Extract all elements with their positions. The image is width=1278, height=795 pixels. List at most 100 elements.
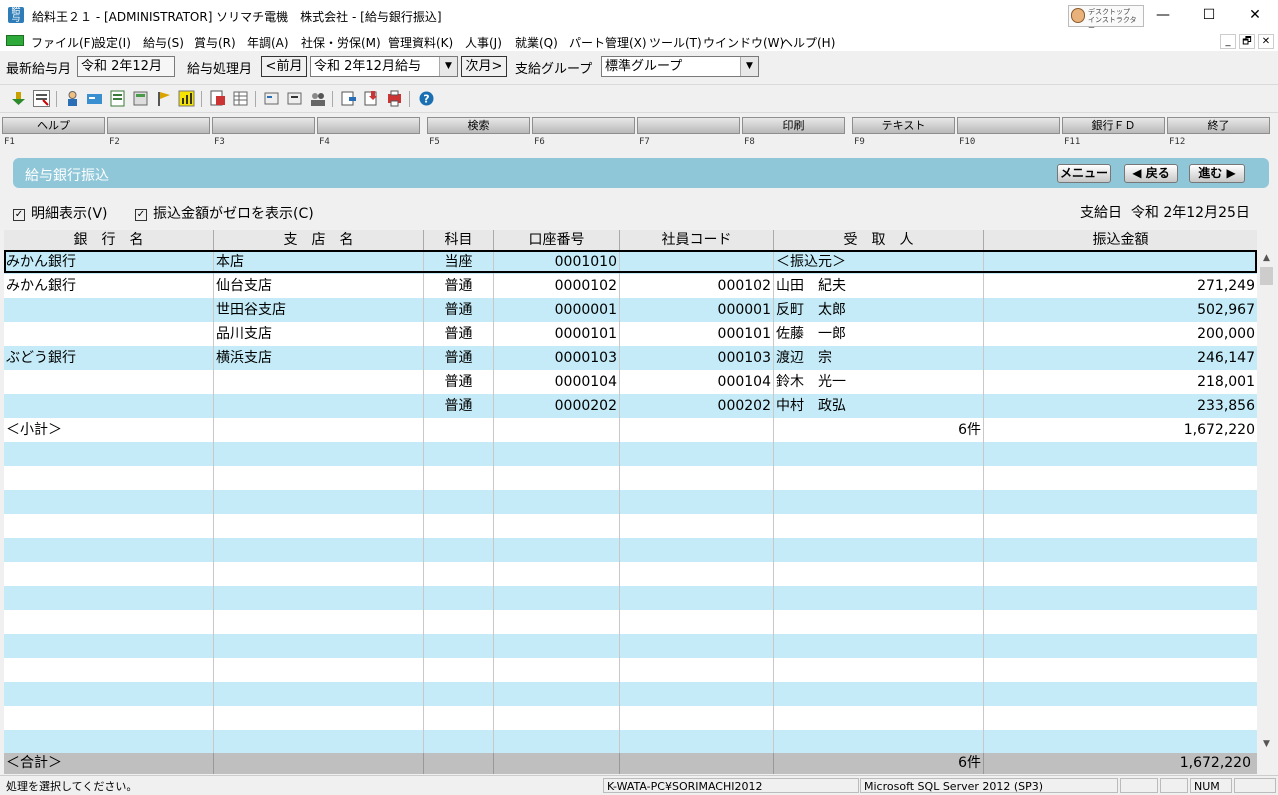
table-row[interactable]: ぶどう銀行 横浜支店 普通 0000103 000103 渡辺 宗 246,147 [4,346,1257,370]
column-header-branch[interactable]: 支 店 名 [214,230,424,250]
fkey-f10[interactable] [957,117,1060,134]
fkey-f1-help[interactable]: ヘルプ [2,117,105,134]
ledger-icon[interactable] [109,90,126,107]
group-select[interactable]: 標準グループ ▼ [601,56,759,77]
counter-icon[interactable] [286,90,303,107]
column-header-code[interactable]: 社員コード [620,230,774,250]
menu-attendance[interactable]: 就業(Q) [515,34,558,51]
select-rows-icon[interactable] [33,90,50,107]
menu-reports[interactable]: 管理資料(K) [388,34,453,51]
table-row[interactable]: ＜小計＞ 6件 1,672,220 [4,418,1257,442]
group-people-icon[interactable] [309,90,326,107]
menu-settings[interactable]: 設定(I) [94,34,131,51]
column-header-account[interactable]: 口座番号 [494,230,620,250]
minimize-button[interactable]: — [1140,0,1186,31]
prev-month-button[interactable]: <前月 [261,56,307,77]
maximize-button[interactable]: ☐ [1186,0,1232,31]
cell-bank [4,682,214,706]
flag-icon[interactable] [155,90,172,107]
menu-tools[interactable]: ツール(T) [649,34,702,51]
table-row[interactable]: 普通 0000202 000202 中村 政弘 233,856 [4,394,1257,418]
chevron-down-icon[interactable]: ▼ [740,57,758,76]
calculator-icon[interactable] [132,90,149,107]
arrow-down-icon[interactable] [10,90,27,107]
table-row[interactable]: 世田谷支店 普通 0000001 000001 反町 太郎 502,967 [4,298,1257,322]
yellow-chart-icon[interactable] [178,90,195,107]
column-header-recipient[interactable]: 受 取 人 [774,230,984,250]
show-zero-checkbox[interactable]: ✓ 振込金額がゼロを表示(C) [135,203,314,223]
export-document-icon[interactable] [340,90,357,107]
cell-account: 0000001 [494,298,620,322]
table-grid-icon[interactable] [232,90,249,107]
fkey-f2[interactable] [107,117,210,134]
import-red-icon[interactable] [363,90,380,107]
chevron-down-icon[interactable]: ▼ [439,57,457,76]
table-row[interactable]: みかん銀行 仙台支店 普通 0000102 000102 山田 紀夫 271,249 [4,274,1257,298]
document-red-icon[interactable] [209,90,226,107]
empty-row[interactable] [4,514,1257,538]
mdi-restore-button[interactable]: 🗗 [1239,34,1255,49]
menu-personnel[interactable]: 人事(J) [465,34,502,51]
menu-salary[interactable]: 給与(S) [143,34,184,51]
forward-button[interactable]: 進む ▶ [1189,164,1245,183]
empty-row[interactable] [4,538,1257,562]
menu-insurance[interactable]: 社保・労保(M) [301,34,381,51]
process-month-select[interactable]: 令和 2年12月給与 ▼ [310,56,458,77]
empty-row[interactable] [4,634,1257,658]
empty-row[interactable] [4,490,1257,514]
fkey-number: F9 [854,137,865,147]
desktop-instructor-button[interactable]: デスクトップ インストラクター [1068,5,1144,32]
fkey-f7[interactable] [637,117,740,134]
fkey-f11-bank-fd[interactable]: 銀行ＦＤ [1062,117,1165,134]
menu-bonus[interactable]: 賞与(R) [194,34,236,51]
mdi-minimize-button[interactable]: _ [1220,34,1236,49]
help-icon[interactable]: ? [418,90,435,107]
empty-row[interactable] [4,610,1257,634]
column-header-bank[interactable]: 銀 行 名 [4,230,214,250]
cell-branch [214,490,424,514]
fkey-f3[interactable] [212,117,315,134]
table-row[interactable]: みかん銀行 本店 当座 0001010 ＜振込元＞ [4,250,1257,274]
table-row[interactable]: 普通 0000104 000104 鈴木 光一 218,001 [4,370,1257,394]
empty-row[interactable] [4,562,1257,586]
cell-recipient [774,586,984,610]
empty-row[interactable] [4,442,1257,466]
checkmark-icon[interactable]: ✓ [13,209,25,221]
fkey-f4[interactable] [317,117,420,134]
empty-row[interactable] [4,706,1257,730]
fkey-f8-print[interactable]: 印刷 [742,117,845,134]
payroll-card-icon[interactable] [86,90,103,107]
fkey-f6[interactable] [532,117,635,134]
mdi-close-button[interactable]: ✕ [1258,34,1274,49]
fkey-f5-search[interactable]: 検索 [427,117,530,134]
menu-help[interactable]: ヘルプ(H) [781,34,835,51]
empty-row[interactable] [4,730,1257,754]
column-header-type[interactable]: 科目 [424,230,494,250]
scroll-up-icon[interactable]: ▲ [1258,250,1275,267]
empty-row[interactable] [4,586,1257,610]
close-button[interactable]: ✕ [1232,0,1278,31]
vertical-scrollbar[interactable]: ▲ ▼ [1258,250,1275,753]
next-month-button[interactable]: 次月> [461,56,507,77]
fkey-f12-exit[interactable]: 終了 [1167,117,1270,134]
print-red-icon[interactable] [386,90,403,107]
empty-row[interactable] [4,658,1257,682]
empty-row[interactable] [4,682,1257,706]
document-window-icon[interactable] [6,35,24,46]
employee-icon[interactable] [64,90,81,107]
empty-row[interactable] [4,466,1257,490]
menu-part-time[interactable]: パート管理(X) [569,34,647,51]
menu-year-end[interactable]: 年調(A) [247,34,289,51]
table-row[interactable]: 品川支店 普通 0000101 000101 佐藤 一郎 200,000 [4,322,1257,346]
menu-window[interactable]: ウインドウ(W) [703,34,784,51]
checkmark-icon[interactable]: ✓ [135,209,147,221]
scroll-thumb[interactable] [1260,267,1273,285]
menu-button[interactable]: メニュー [1057,164,1111,183]
column-header-amount[interactable]: 振込金額 [984,230,1257,250]
detail-display-checkbox[interactable]: ✓ 明細表示(V) [13,203,108,223]
fkey-f9-text[interactable]: テキスト [852,117,955,134]
back-button[interactable]: ◀ 戻る [1124,164,1178,183]
scroll-down-icon[interactable]: ▼ [1258,736,1275,753]
summary-icon[interactable] [263,90,280,107]
menu-file[interactable]: ファイル(F) [31,34,95,51]
